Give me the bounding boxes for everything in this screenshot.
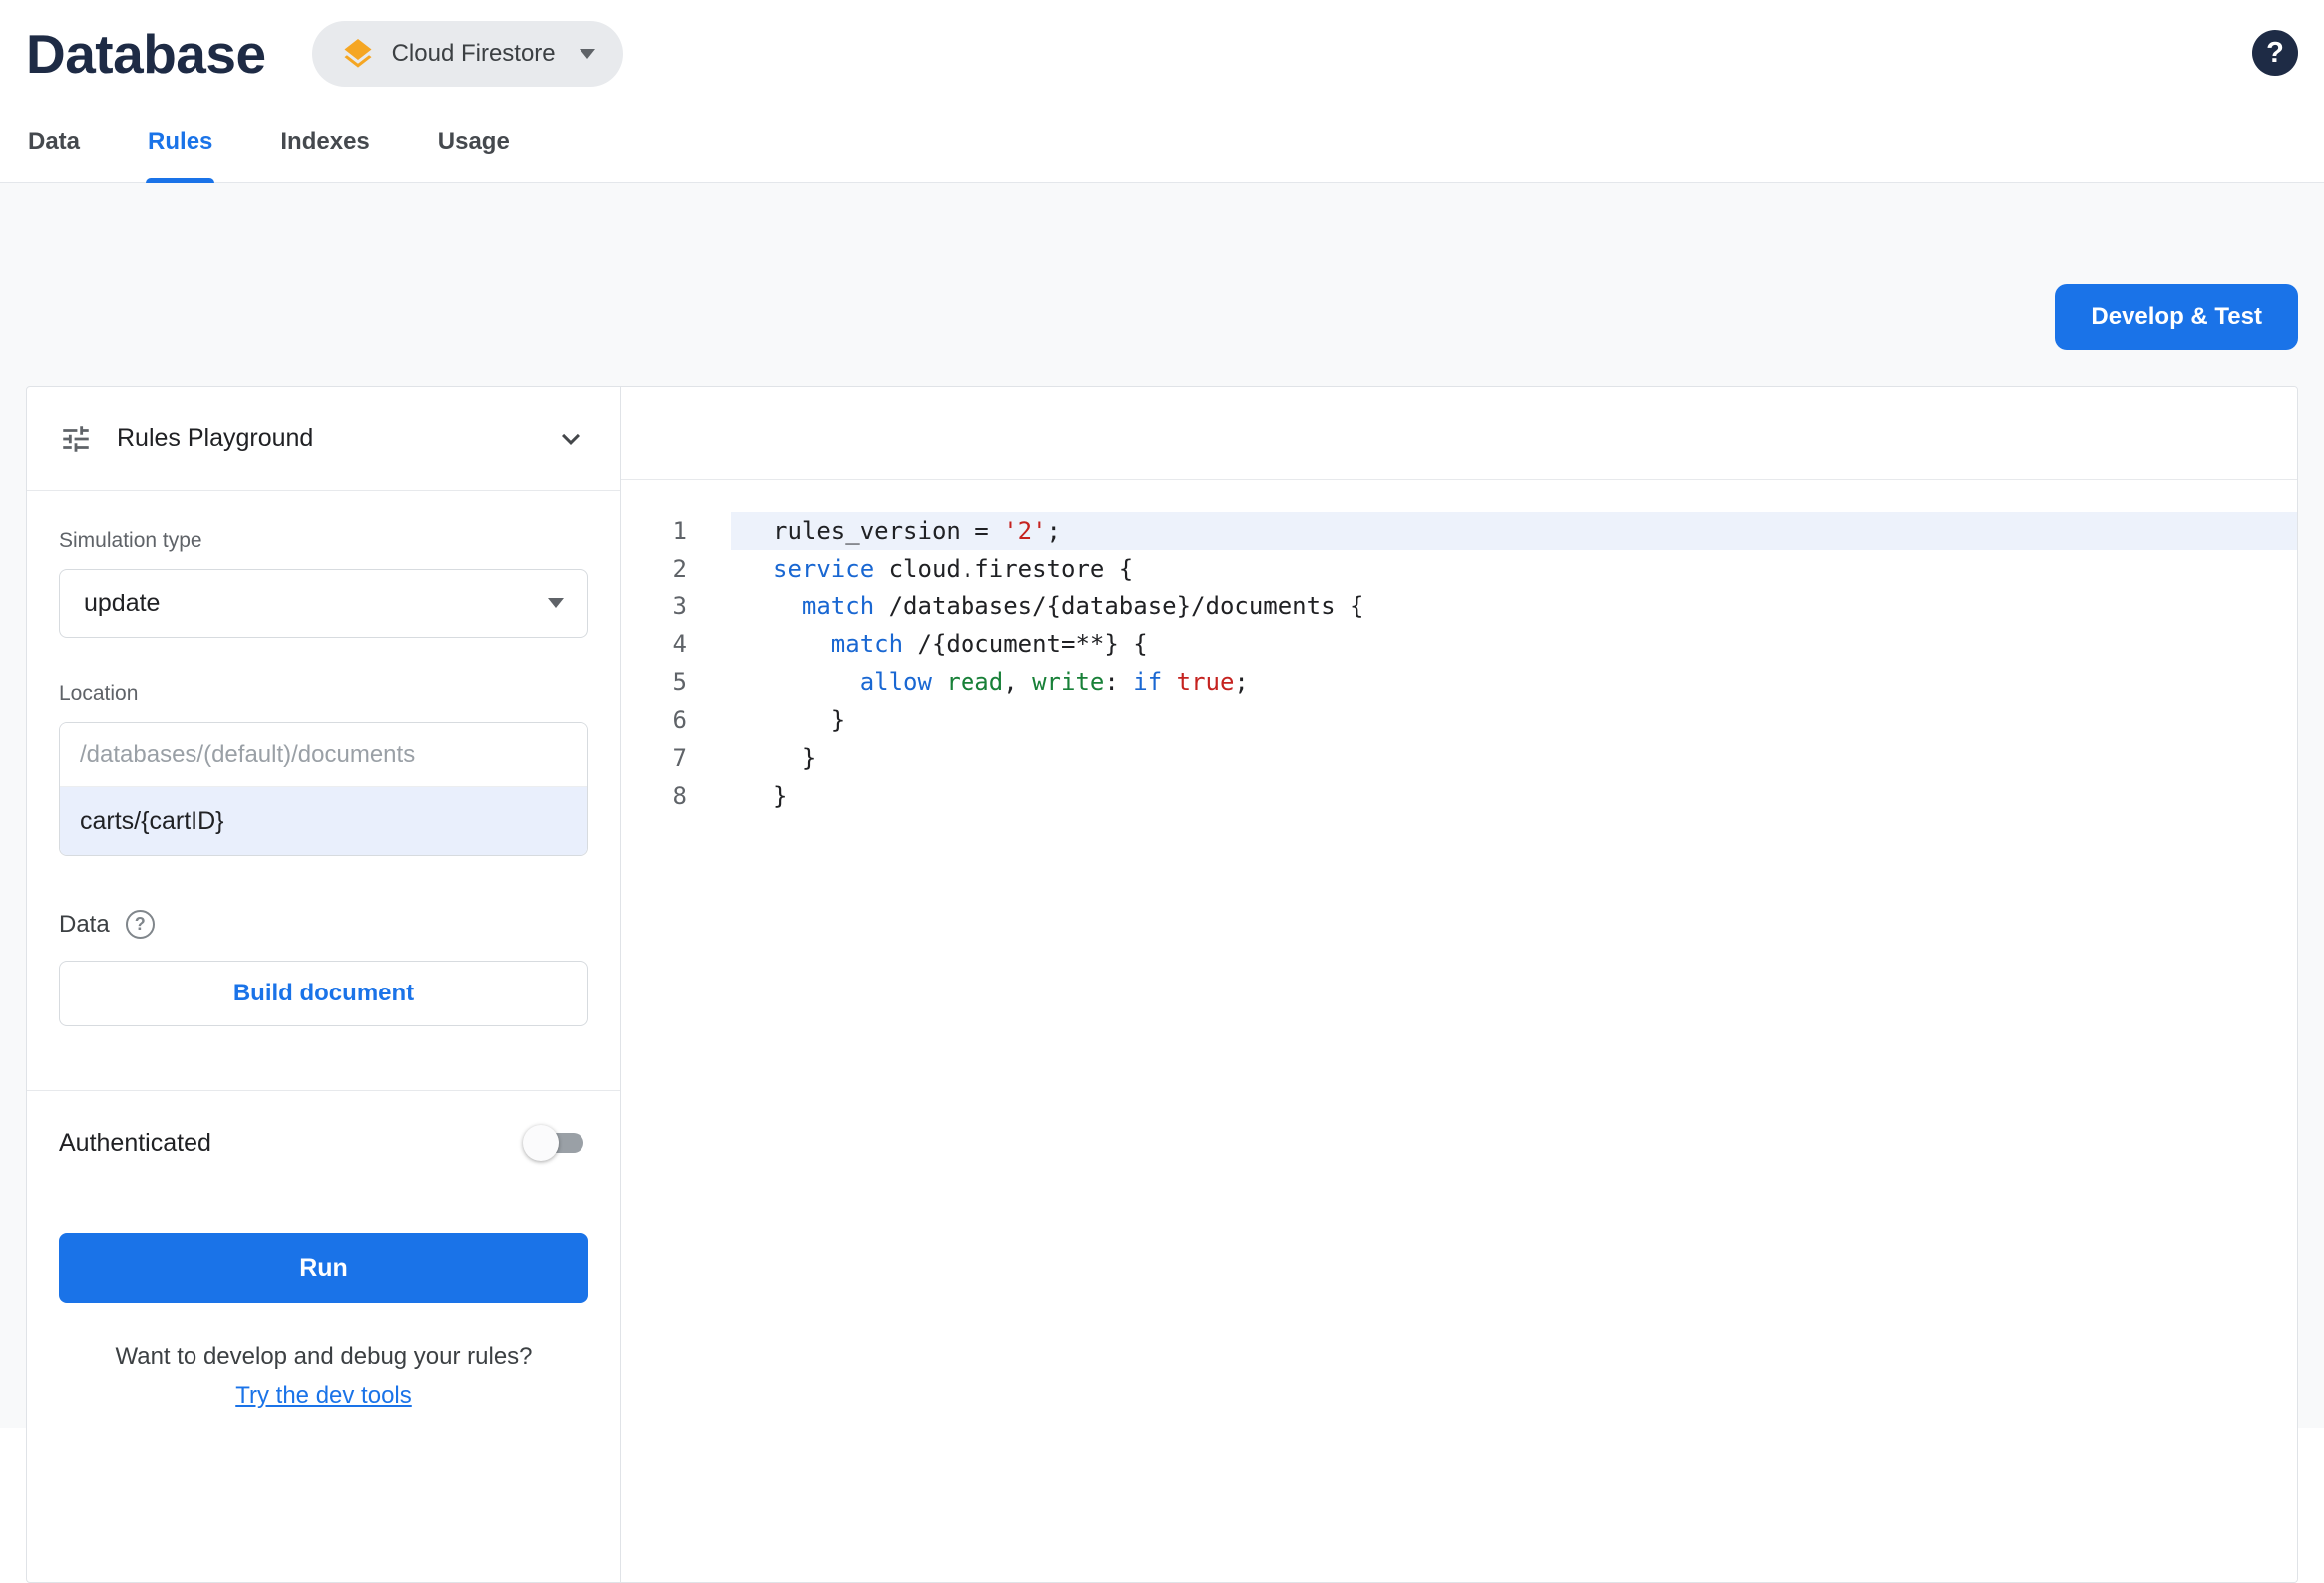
chevron-down-icon [579,49,595,59]
code-text: allow read, write: if true; [859,668,1249,696]
code-line[interactable]: 4 match /{document=**} { [621,625,2297,663]
code-text: rules_version = '2'; [731,512,2297,550]
code-line[interactable]: 1 rules_version = '2'; [621,512,2297,550]
code-line[interactable]: 7 } [621,739,2297,777]
toggle-thumb [523,1125,559,1161]
build-document-button[interactable]: Build document [59,961,588,1026]
tab-indexes[interactable]: Indexes [278,122,371,182]
question-mark-icon: ? [2266,36,2284,69]
data-help-icon[interactable]: ? [125,910,155,939]
code-line[interactable]: 2 service cloud.firestore { [621,550,2297,588]
line-number: 8 [672,782,687,810]
line-number: 6 [672,706,687,734]
location-prefix-input[interactable]: /databases/(default)/documents [60,723,587,787]
rules-editor: 1 rules_version = '2'; 2 service cloud.fire… [621,387,2297,1582]
tab-data[interactable]: Data [26,122,82,182]
playground-body: Simulation type update Location /databas… [27,529,620,1026]
footer-question-text: Want to develop and debug your rules? [115,1343,533,1370]
rules-panel: Rules Playground Simulation type update … [26,386,2298,1583]
tab-rules[interactable]: Rules [146,122,215,183]
product-selector-chip[interactable]: Cloud Firestore [311,21,623,87]
code-line[interactable]: 3 match /databases/{database}/documents … [621,588,2297,625]
authenticated-toggle[interactable] [523,1125,588,1161]
data-label: Data [59,910,110,938]
line-number: 2 [672,555,687,583]
playground-title: Rules Playground [117,424,314,452]
simulation-type-value: update [84,589,161,617]
line-number: 5 [672,668,687,696]
code-line[interactable]: 6 } [621,701,2297,739]
tab-usage[interactable]: Usage [436,122,512,182]
header: Database Cloud Firestore ? [0,0,2324,92]
product-name: Cloud Firestore [391,40,556,67]
rules-code-editor[interactable]: 1 rules_version = '2'; 2 service cloud.fire… [621,480,2297,1582]
tab-bar: Data Rules Indexes Usage [0,122,2324,183]
authenticated-label: Authenticated [59,1128,211,1157]
line-number: 3 [672,593,687,620]
tune-icon [63,425,89,452]
rules-playground-sidebar: Rules Playground Simulation type update … [27,387,621,1582]
simulation-type-label: Simulation type [59,529,202,552]
help-button[interactable]: ? [2252,30,2298,76]
code-text: } [773,744,817,772]
title-row: Database Cloud Firestore ? [26,16,2298,92]
line-number: 1 [672,517,687,545]
code-line[interactable]: 5 allow read, write: if true; [621,663,2297,701]
simulation-type-select[interactable]: update [59,569,588,638]
line-number: 7 [672,744,687,772]
run-button[interactable]: Run [59,1233,588,1303]
actions-row: Develop & Test [26,183,2298,350]
collapse-button[interactable] [553,421,588,457]
main-content: Develop & Test Rules Playground Simulati… [0,183,2324,1583]
code-text: } [773,706,846,734]
code-text: match /{document=**} { [830,630,1148,658]
chevron-down-icon [548,598,564,608]
code-text: } [773,782,788,810]
code-line[interactable]: 8} [621,777,2297,815]
question-mark-icon: ? [134,914,146,934]
page-title: Database [26,23,266,85]
develop-test-button[interactable]: Develop & Test [2055,284,2298,350]
line-number: 4 [672,630,687,658]
authenticated-row: Authenticated [27,1091,620,1195]
chevron-down-icon [562,433,580,445]
data-section-header: Data ? [59,910,588,939]
location-input-group: /databases/(default)/documents carts/{ca… [59,722,588,856]
location-path-input[interactable]: carts/{cartID} [60,787,587,855]
code-text: match /databases/{database}/documents { [801,593,1364,620]
playground-footer: Want to develop and debug your rules? Tr… [27,1343,620,1410]
playground-header: Rules Playground [27,387,620,491]
firestore-icon [344,39,372,68]
code-text: service cloud.firestore { [773,555,1134,583]
editor-toolbar [621,387,2297,480]
location-label: Location [59,682,139,705]
dev-tools-link[interactable]: Try the dev tools [235,1383,412,1410]
